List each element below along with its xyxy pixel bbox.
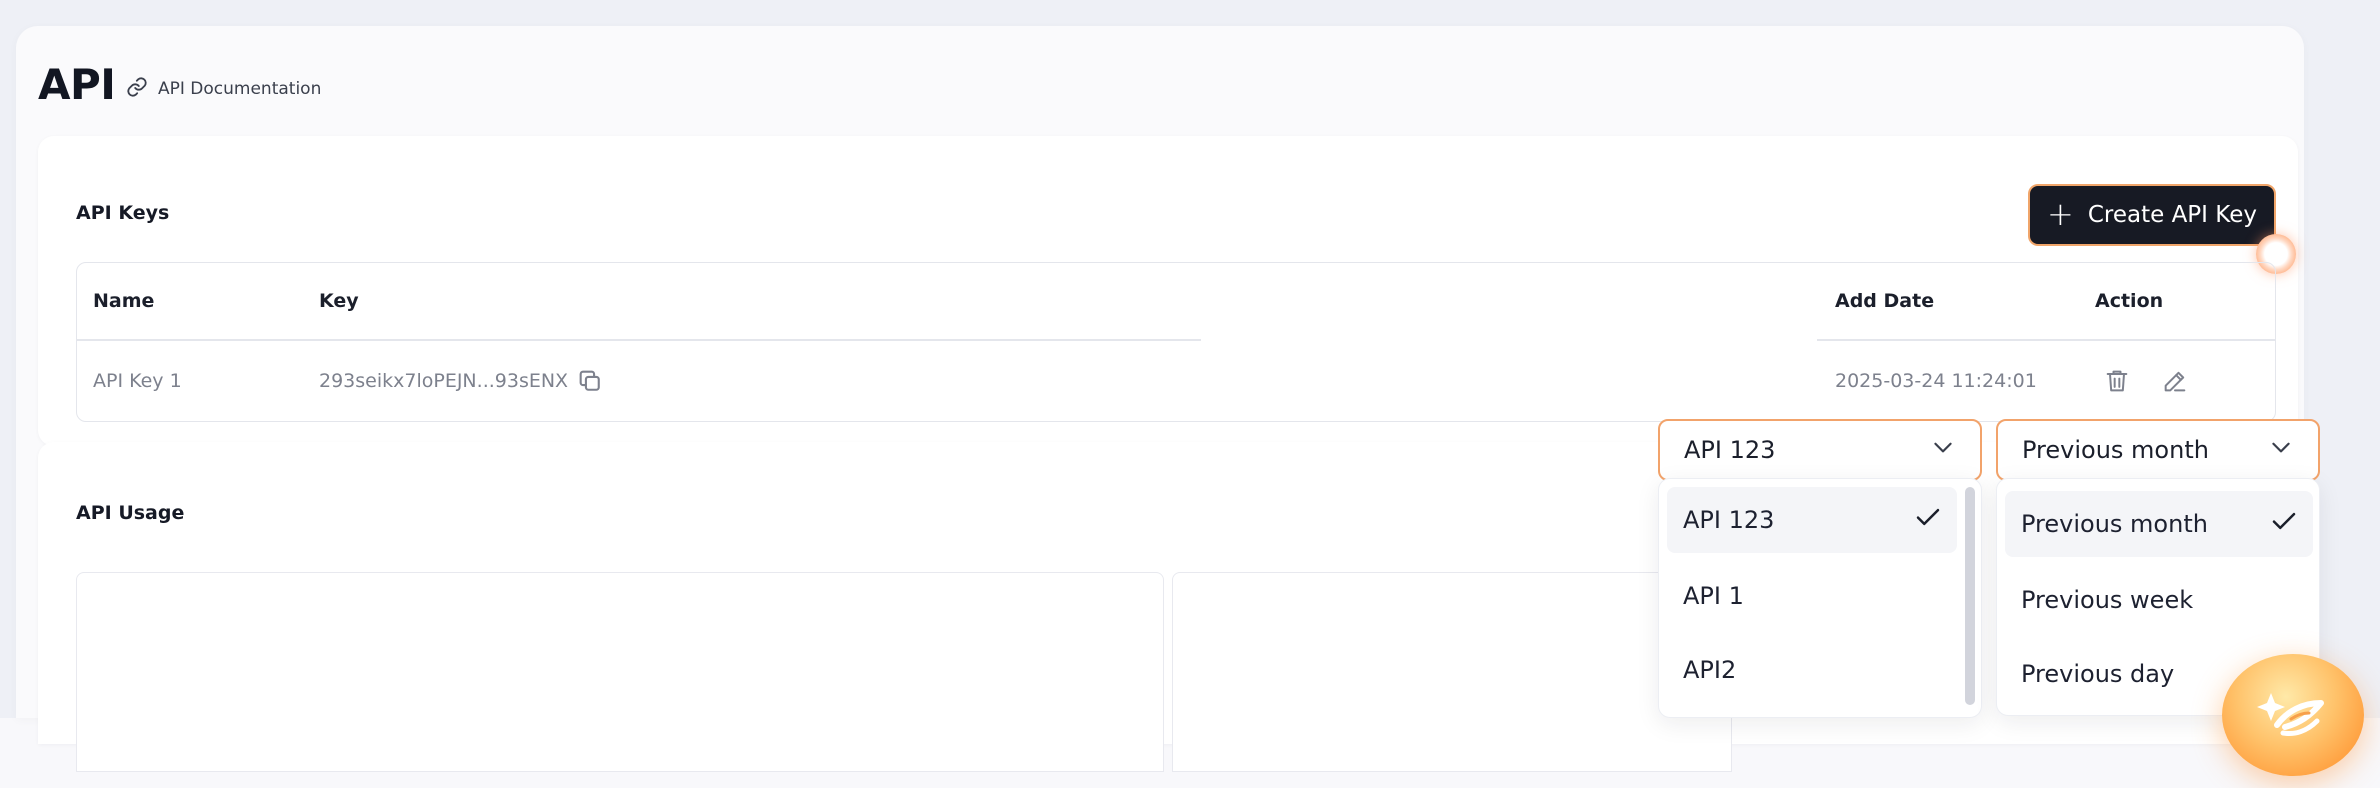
trash-icon[interactable] (2103, 367, 2131, 395)
api-select[interactable]: API 123 (1658, 419, 1982, 481)
column-header-key: Key (319, 290, 359, 312)
page-title: API (38, 60, 116, 109)
create-api-key-label: Create API Key (2087, 202, 2257, 228)
create-api-key-button[interactable]: + Create API Key (2028, 184, 2276, 246)
usage-chart-right (1172, 572, 1732, 772)
period-option[interactable]: Previous week (2005, 567, 2313, 633)
header-divider (77, 339, 1201, 341)
period-option-label: Previous week (2021, 586, 2194, 614)
period-select-value: Previous month (2022, 436, 2209, 464)
cell-add-date: 2025-03-24 11:24:01 (1835, 369, 2037, 392)
api-option-label: API2 (1683, 656, 1737, 684)
column-header-add-date: Add Date (1835, 290, 1935, 312)
period-option-label: Previous month (2021, 510, 2208, 538)
key-value: 293seikx7loPEJN...93sENX (319, 369, 569, 392)
api-usage-title: API Usage (76, 502, 185, 524)
api-option-label: API 1 (1683, 582, 1744, 610)
pencil-icon[interactable] (2161, 367, 2189, 395)
checkmark-icon (1913, 502, 1943, 538)
checkmark-icon (2269, 506, 2299, 542)
api-keys-table: Name Key Add Date Action API Key 1 293se… (76, 262, 2276, 422)
cell-actions (2103, 340, 2189, 421)
api-option-label: API 123 (1683, 506, 1775, 534)
period-option[interactable]: Previous month (2005, 491, 2313, 557)
column-header-action: Action (2095, 290, 2164, 312)
api-keys-title: API Keys (76, 202, 170, 224)
api-documentation-label: API Documentation (158, 79, 322, 99)
column-header-name: Name (93, 290, 155, 312)
dropdown-scrollbar[interactable] (1965, 487, 1975, 705)
assistant-floating-button[interactable] (2222, 654, 2364, 776)
api-option[interactable]: API2 (1667, 637, 1957, 703)
usage-chart-left (76, 572, 1164, 772)
link-icon (126, 76, 148, 103)
cell-key: 293seikx7loPEJN...93sENX (319, 340, 604, 421)
cell-name: API Key 1 (93, 369, 182, 392)
period-select[interactable]: Previous month (1996, 419, 2320, 481)
api-option[interactable]: API 123 (1667, 487, 1957, 553)
api-option[interactable]: API 1 (1667, 563, 1957, 629)
period-option-label: Previous day (2021, 660, 2175, 688)
api-select-value: API 123 (1684, 436, 1776, 464)
copy-icon[interactable] (576, 367, 604, 395)
chevron-down-icon (1930, 434, 1956, 466)
chevron-down-icon (2268, 434, 2294, 466)
plus-icon: + (2047, 194, 2074, 233)
api-documentation-link[interactable]: API Documentation (126, 74, 321, 104)
api-select-dropdown: API 123 API 1 API2 (1658, 478, 1982, 718)
assistant-logo-icon (2253, 673, 2333, 757)
api-keys-panel: API Keys + Create API Key Name Key Add D… (38, 136, 2298, 446)
